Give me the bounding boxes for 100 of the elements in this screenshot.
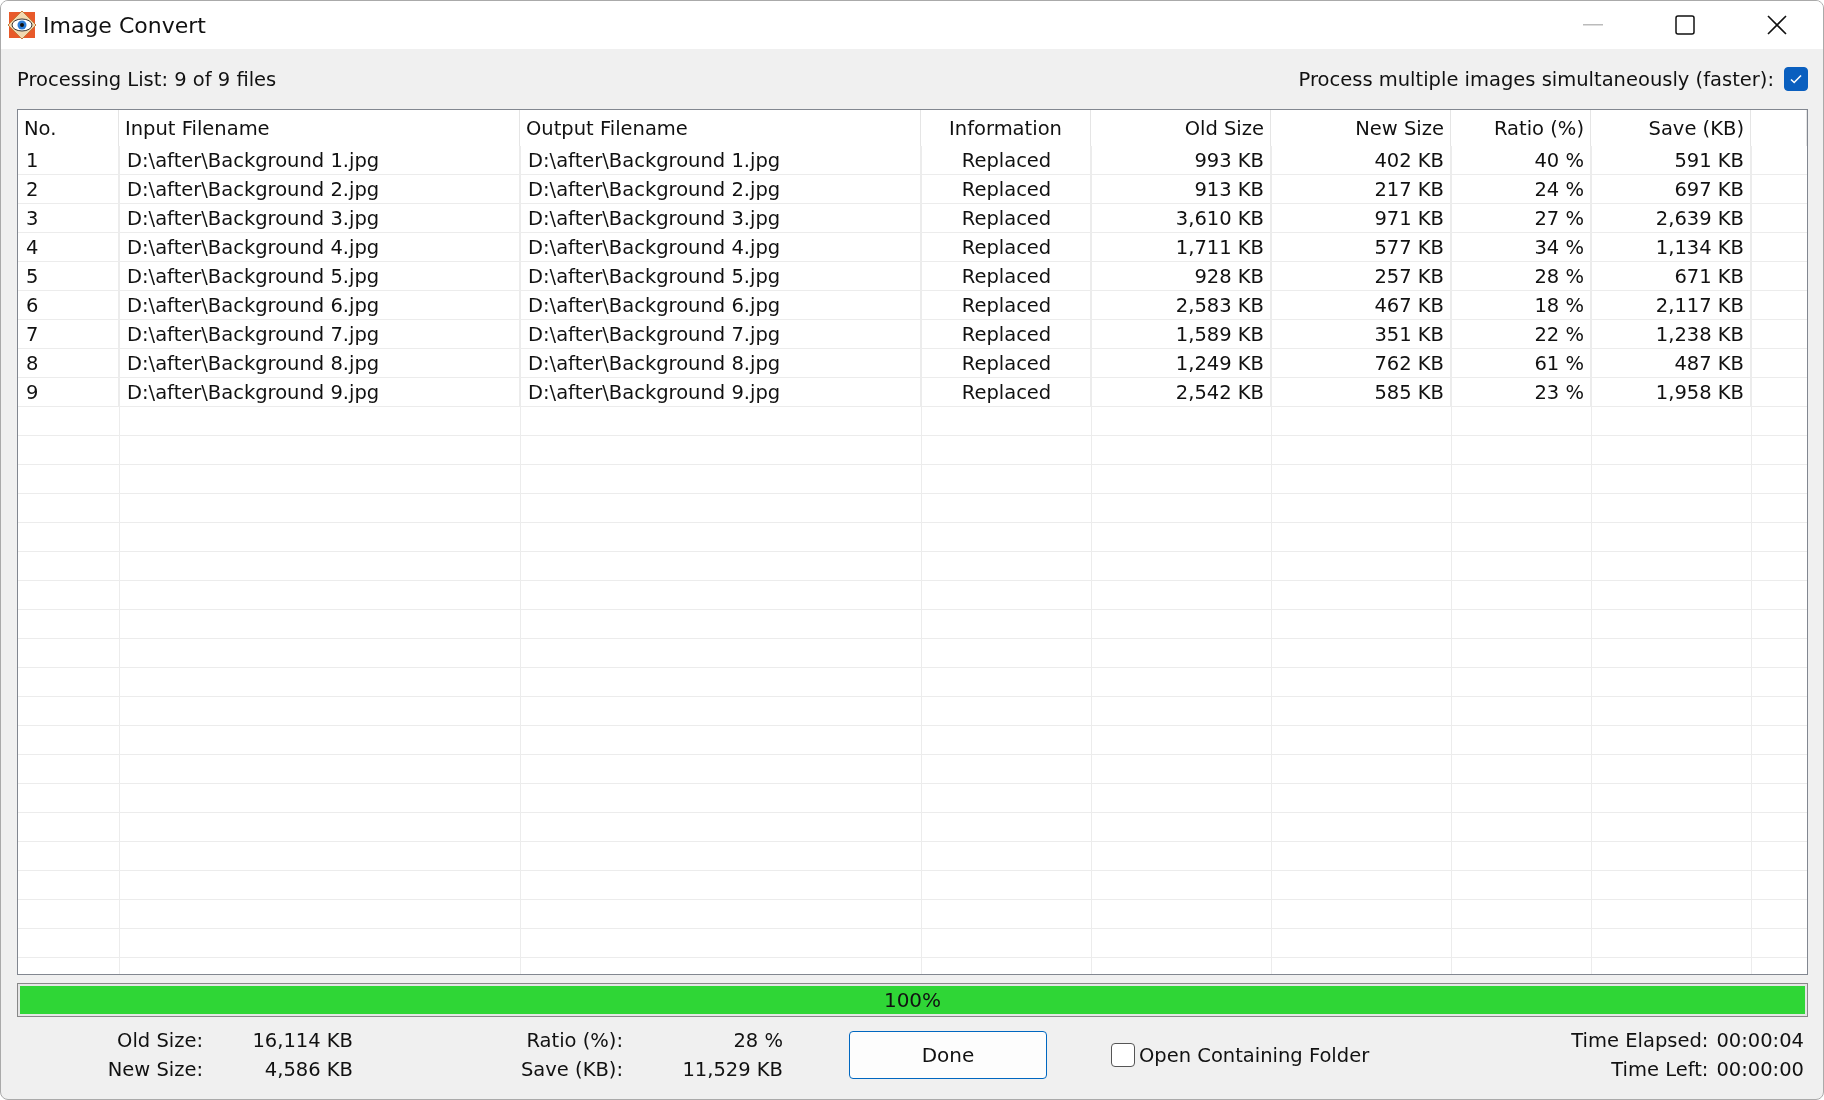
table-cell: 27 % [1451, 204, 1591, 233]
processing-count: Processing List: 9 of 9 files [17, 67, 277, 91]
table-cell: 577 KB [1271, 233, 1451, 262]
table-cell: D:\after\Background 7.jpg [119, 320, 520, 349]
summary-value: 28 % [732, 1029, 783, 1052]
summary-value: 4,586 KB [263, 1058, 353, 1081]
table-cell: 1,589 KB [1091, 320, 1271, 349]
checkbox[interactable] [1784, 67, 1808, 91]
table-cell: 2,583 KB [1091, 291, 1271, 320]
summary-value: 11,529 KB [681, 1058, 783, 1081]
time-value: 00:00:04 [1716, 1029, 1804, 1052]
table-cell: Replaced [921, 349, 1091, 378]
table-cell: D:\after\Background 1.jpg [520, 146, 921, 175]
minimize-icon [1583, 24, 1603, 26]
table-cell: 1,711 KB [1091, 233, 1271, 262]
table-cell: Replaced [921, 320, 1091, 349]
done-button[interactable]: Done [849, 1031, 1047, 1079]
table-cell: 993 KB [1091, 146, 1271, 175]
table-cell: 1 [18, 146, 119, 175]
column-header[interactable]: Information [921, 110, 1091, 146]
time-value: 00:00:00 [1716, 1058, 1804, 1081]
table-cell: Replaced [921, 175, 1091, 204]
table-cell: 28 % [1451, 262, 1591, 291]
summary-label: Old Size: [116, 1029, 203, 1052]
table-cell: D:\after\Background 3.jpg [520, 204, 921, 233]
progress-percent: 100% [883, 988, 942, 1012]
table-cell: 4 [18, 233, 119, 262]
summary-label: Ratio (%): [525, 1029, 623, 1052]
table-cell: 2,542 KB [1091, 378, 1271, 407]
table-cell: 351 KB [1271, 320, 1451, 349]
table-cell: D:\after\Background 4.jpg [520, 233, 921, 262]
table-cell: 9 [18, 378, 119, 407]
table-cell: 487 KB [1591, 349, 1751, 378]
table-cell: 2 [18, 175, 119, 204]
eye-icon [7, 10, 37, 40]
close-icon [1767, 15, 1787, 35]
table-cell: 971 KB [1271, 204, 1451, 233]
table-cell: 8 [18, 349, 119, 378]
table-cell: 671 KB [1591, 262, 1751, 291]
checkbox[interactable] [1111, 1043, 1135, 1067]
table-cell: 61 % [1451, 349, 1591, 378]
table-cell: 697 KB [1591, 175, 1751, 204]
table-cell: Replaced [921, 204, 1091, 233]
window-title: Image Convert [43, 12, 207, 38]
column-header[interactable]: Ratio (%) [1451, 110, 1591, 146]
table-cell: Replaced [921, 291, 1091, 320]
table-cell: 22 % [1451, 320, 1591, 349]
time-label: Time Elapsed: [1571, 1029, 1709, 1052]
table-cell: 24 % [1451, 175, 1591, 204]
table-cell: D:\after\Background 9.jpg [520, 378, 921, 407]
table-cell: 257 KB [1271, 262, 1451, 291]
column-header[interactable]: Old Size [1091, 110, 1271, 146]
table-cell: D:\after\Background 2.jpg [119, 175, 520, 204]
table-cell: D:\after\Background 5.jpg [119, 262, 520, 291]
table-cell: 2,639 KB [1591, 204, 1751, 233]
table-cell: 3 [18, 204, 119, 233]
table-cell: 1,238 KB [1591, 320, 1751, 349]
checkbox-label: Process multiple images simultaneously (faster): [1298, 67, 1774, 91]
column-header[interactable]: No. [18, 110, 119, 146]
table-cell: 5 [18, 262, 119, 291]
table-cell: 467 KB [1271, 291, 1451, 320]
column-header[interactable]: New Size [1271, 110, 1451, 146]
table-cell: 1,134 KB [1591, 233, 1751, 262]
table-cell: 1,958 KB [1591, 378, 1751, 407]
table-cell: 40 % [1451, 146, 1591, 175]
table-cell: 762 KB [1271, 349, 1451, 378]
table-cell: 7 [18, 320, 119, 349]
table-cell: 585 KB [1271, 378, 1451, 407]
table-cell: 18 % [1451, 291, 1591, 320]
checkbox-label: Open Containing Folder [1139, 1043, 1370, 1067]
table-cell: D:\after\Background 3.jpg [119, 204, 520, 233]
table-cell: D:\after\Background 8.jpg [119, 349, 520, 378]
summary-label: New Size: [106, 1058, 203, 1081]
summary-value: 16,114 KB [251, 1029, 353, 1052]
table-cell: 928 KB [1091, 262, 1271, 291]
table-cell: Replaced [921, 262, 1091, 291]
table-cell: 34 % [1451, 233, 1591, 262]
table-cell: Replaced [921, 146, 1091, 175]
table-cell: Replaced [921, 378, 1091, 407]
table-cell: D:\after\Background 5.jpg [520, 262, 921, 291]
table-cell: D:\after\Background 1.jpg [119, 146, 520, 175]
table-cell: 591 KB [1591, 146, 1751, 175]
table-cell: 217 KB [1271, 175, 1451, 204]
column-header[interactable]: Save (KB) [1591, 110, 1751, 146]
table-cell: Replaced [921, 233, 1091, 262]
table-cell: 3,610 KB [1091, 204, 1271, 233]
summary-label: Save (KB): [520, 1058, 623, 1081]
table-cell: 913 KB [1091, 175, 1271, 204]
table-cell: D:\after\Background 2.jpg [520, 175, 921, 204]
table-cell: D:\after\Background 8.jpg [520, 349, 921, 378]
table-cell: D:\after\Background 4.jpg [119, 233, 520, 262]
table-cell: 2,117 KB [1591, 291, 1751, 320]
column-header[interactable]: Input Filename [119, 110, 520, 146]
table-cell: 1,249 KB [1091, 349, 1271, 378]
time-label: Time Left: [1610, 1058, 1709, 1081]
table-cell: D:\after\Background 7.jpg [520, 320, 921, 349]
table-cell: 402 KB [1271, 146, 1451, 175]
table-cell: 6 [18, 291, 119, 320]
maximize-icon [1675, 15, 1695, 35]
column-header[interactable]: Output Filename [520, 110, 921, 146]
